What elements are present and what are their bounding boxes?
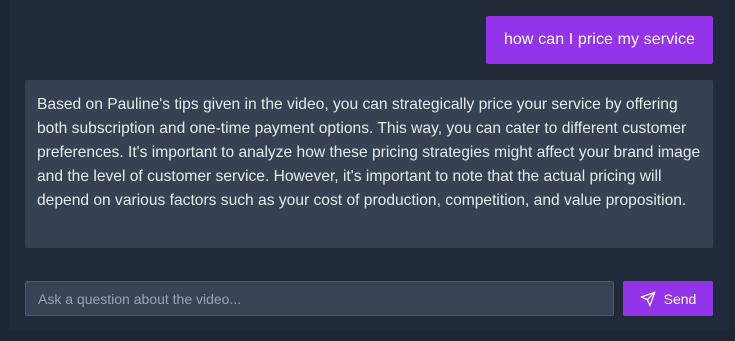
- message-composer: Send: [25, 281, 713, 316]
- chat-panel: how can I price my service Based on Paul…: [9, 0, 729, 331]
- user-message: how can I price my service: [486, 16, 713, 64]
- assistant-message: Based on Pauline's tips given in the vid…: [25, 80, 713, 248]
- send-button-label: Send: [663, 290, 697, 307]
- send-button[interactable]: Send: [623, 281, 713, 316]
- user-message-text: how can I price my service: [503, 31, 696, 48]
- assistant-message-text: Based on Pauline's tips given in the vid…: [37, 96, 701, 209]
- send-icon: [640, 291, 656, 307]
- question-input[interactable]: [25, 281, 614, 316]
